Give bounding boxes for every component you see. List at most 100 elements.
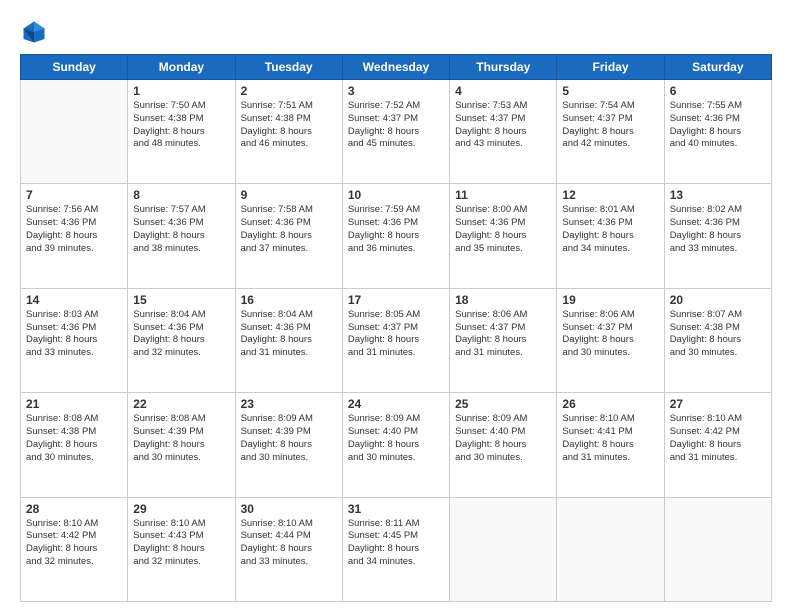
day-info: Sunrise: 8:10 AMSunset: 4:42 PMDaylight:… <box>26 518 122 569</box>
day-info: Sunrise: 8:09 AMSunset: 4:39 PMDaylight:… <box>241 413 337 464</box>
empty-cell <box>450 497 557 601</box>
day-cell-20: 20 Sunrise: 8:07 AMSunset: 4:38 PMDayligh… <box>664 288 771 392</box>
day-header-tuesday: Tuesday <box>235 55 342 80</box>
day-number: 6 <box>670 84 766 98</box>
day-number: 2 <box>241 84 337 98</box>
day-info: Sunrise: 8:03 AMSunset: 4:36 PMDaylight:… <box>26 309 122 360</box>
day-header-friday: Friday <box>557 55 664 80</box>
day-info: Sunrise: 8:09 AMSunset: 4:40 PMDaylight:… <box>348 413 444 464</box>
page: SundayMondayTuesdayWednesdayThursdayFrid… <box>0 0 792 612</box>
day-number: 17 <box>348 293 444 307</box>
day-header-thursday: Thursday <box>450 55 557 80</box>
day-number: 29 <box>133 502 229 516</box>
day-cell-21: 21Sunrise: 8:08 AMSunset: 4:38 PMDayligh… <box>21 393 128 497</box>
day-number: 7 <box>26 188 122 202</box>
day-number: 3 <box>348 84 444 98</box>
day-number: 26 <box>562 397 658 411</box>
day-cell-22: 22 Sunrise: 8:08 AMSunset: 4:39 PMDayligh… <box>128 393 235 497</box>
day-info: Sunrise: 8:00 AMSunset: 4:36 PMDaylight:… <box>455 204 551 255</box>
day-cell-25: 25Sunrise: 8:09 AMSunset: 4:40 PMDayligh… <box>450 393 557 497</box>
day-number: 8 <box>133 188 229 202</box>
empty-cell <box>557 497 664 601</box>
day-header-saturday: Saturday <box>664 55 771 80</box>
day-info: Sunrise: 8:04 AMSunset: 4:36 PMDaylight:… <box>241 309 337 360</box>
day-number: 4 <box>455 84 551 98</box>
day-info: Sunrise: 8:10 AMSunset: 4:43 PMDaylight:… <box>133 518 229 569</box>
day-number: 11 <box>455 188 551 202</box>
day-cell-6: 6 Sunrise: 7:55 AMSunset: 4:36 PMDaylight… <box>664 80 771 184</box>
day-number: 31 <box>348 502 444 516</box>
day-info: Sunrise: 7:53 AMSunset: 4:37 PMDaylight:… <box>455 100 551 151</box>
day-header-sunday: Sunday <box>21 55 128 80</box>
day-cell-14: 14Sunrise: 8:03 AMSunset: 4:36 PMDayligh… <box>21 288 128 392</box>
day-info: Sunrise: 8:08 AMSunset: 4:38 PMDaylight:… <box>26 413 122 464</box>
day-info: Sunrise: 8:06 AMSunset: 4:37 PMDaylight:… <box>562 309 658 360</box>
day-number: 12 <box>562 188 658 202</box>
day-info: Sunrise: 8:10 AMSunset: 4:42 PMDaylight:… <box>670 413 766 464</box>
day-cell-7: 7 Sunrise: 7:56 AMSunset: 4:36 PMDaylight… <box>21 184 128 288</box>
day-number: 23 <box>241 397 337 411</box>
day-number: 18 <box>455 293 551 307</box>
day-cell-5: 5 Sunrise: 7:54 AMSunset: 4:37 PMDaylight… <box>557 80 664 184</box>
day-info: Sunrise: 7:58 AMSunset: 4:36 PMDaylight:… <box>241 204 337 255</box>
day-cell-24: 24 Sunrise: 8:09 AMSunset: 4:40 PMDayligh… <box>342 393 449 497</box>
day-cell-13: 13Sunrise: 8:02 AMSunset: 4:36 PMDayligh… <box>664 184 771 288</box>
day-info: Sunrise: 8:06 AMSunset: 4:37 PMDaylight:… <box>455 309 551 360</box>
day-cell-31: 31 Sunrise: 8:11 AMSunset: 4:45 PMDayligh… <box>342 497 449 601</box>
day-info: Sunrise: 8:05 AMSunset: 4:37 PMDaylight:… <box>348 309 444 360</box>
day-cell-29: 29 Sunrise: 8:10 AMSunset: 4:43 PMDayligh… <box>128 497 235 601</box>
day-cell-3: 3 Sunrise: 7:52 AMSunset: 4:37 PMDaylight… <box>342 80 449 184</box>
day-cell-17: 17 Sunrise: 8:05 AMSunset: 4:37 PMDayligh… <box>342 288 449 392</box>
day-number: 27 <box>670 397 766 411</box>
day-header-wednesday: Wednesday <box>342 55 449 80</box>
day-cell-28: 28 Sunrise: 8:10 AMSunset: 4:42 PMDayligh… <box>21 497 128 601</box>
day-info: Sunrise: 7:50 AMSunset: 4:38 PMDaylight:… <box>133 100 229 151</box>
day-number: 10 <box>348 188 444 202</box>
day-cell-30: 30Sunrise: 8:10 AMSunset: 4:44 PMDayligh… <box>235 497 342 601</box>
day-info: Sunrise: 7:56 AMSunset: 4:36 PMDaylight:… <box>26 204 122 255</box>
day-cell-4: 4 Sunrise: 7:53 AMSunset: 4:37 PMDaylight… <box>450 80 557 184</box>
day-info: Sunrise: 8:11 AMSunset: 4:45 PMDaylight:… <box>348 518 444 569</box>
day-number: 25 <box>455 397 551 411</box>
day-number: 16 <box>241 293 337 307</box>
day-cell-11: 11 Sunrise: 8:00 AMSunset: 4:36 PMDayligh… <box>450 184 557 288</box>
day-info: Sunrise: 8:07 AMSunset: 4:38 PMDaylight:… <box>670 309 766 360</box>
day-cell-23: 23 Sunrise: 8:09 AMSunset: 4:39 PMDayligh… <box>235 393 342 497</box>
week-row-4: 21Sunrise: 8:08 AMSunset: 4:38 PMDayligh… <box>21 393 772 497</box>
day-number: 20 <box>670 293 766 307</box>
day-info: Sunrise: 8:01 AMSunset: 4:36 PMDaylight:… <box>562 204 658 255</box>
day-cell-16: 16 Sunrise: 8:04 AMSunset: 4:36 PMDayligh… <box>235 288 342 392</box>
week-row-1: 1 Sunrise: 7:50 AMSunset: 4:38 PMDaylight… <box>21 80 772 184</box>
day-cell-2: 2Sunrise: 7:51 AMSunset: 4:38 PMDaylight… <box>235 80 342 184</box>
day-cell-1: 1 Sunrise: 7:50 AMSunset: 4:38 PMDaylight… <box>128 80 235 184</box>
day-info: Sunrise: 7:59 AMSunset: 4:36 PMDaylight:… <box>348 204 444 255</box>
day-header-monday: Monday <box>128 55 235 80</box>
calendar-table: SundayMondayTuesdayWednesdayThursdayFrid… <box>20 54 772 602</box>
day-info: Sunrise: 7:54 AMSunset: 4:37 PMDaylight:… <box>562 100 658 151</box>
day-info: Sunrise: 8:10 AMSunset: 4:44 PMDaylight:… <box>241 518 337 569</box>
header <box>20 18 772 46</box>
week-row-5: 28 Sunrise: 8:10 AMSunset: 4:42 PMDayligh… <box>21 497 772 601</box>
day-cell-19: 19 Sunrise: 8:06 AMSunset: 4:37 PMDayligh… <box>557 288 664 392</box>
calendar-header-row: SundayMondayTuesdayWednesdayThursdayFrid… <box>21 55 772 80</box>
day-number: 9 <box>241 188 337 202</box>
empty-cell <box>21 80 128 184</box>
day-cell-10: 10 Sunrise: 7:59 AMSunset: 4:36 PMDayligh… <box>342 184 449 288</box>
day-number: 22 <box>133 397 229 411</box>
day-info: Sunrise: 7:55 AMSunset: 4:36 PMDaylight:… <box>670 100 766 151</box>
day-info: Sunrise: 7:52 AMSunset: 4:37 PMDaylight:… <box>348 100 444 151</box>
day-cell-8: 8Sunrise: 7:57 AMSunset: 4:36 PMDaylight… <box>128 184 235 288</box>
day-number: 28 <box>26 502 122 516</box>
day-info: Sunrise: 8:02 AMSunset: 4:36 PMDaylight:… <box>670 204 766 255</box>
day-cell-18: 18 Sunrise: 8:06 AMSunset: 4:37 PMDayligh… <box>450 288 557 392</box>
day-info: Sunrise: 8:08 AMSunset: 4:39 PMDaylight:… <box>133 413 229 464</box>
day-number: 19 <box>562 293 658 307</box>
day-number: 1 <box>133 84 229 98</box>
day-number: 5 <box>562 84 658 98</box>
day-number: 24 <box>348 397 444 411</box>
week-row-2: 7 Sunrise: 7:56 AMSunset: 4:36 PMDaylight… <box>21 184 772 288</box>
logo-icon <box>20 18 48 46</box>
day-cell-15: 15Sunrise: 8:04 AMSunset: 4:36 PMDayligh… <box>128 288 235 392</box>
logo <box>20 18 52 46</box>
day-cell-27: 27 Sunrise: 8:10 AMSunset: 4:42 PMDayligh… <box>664 393 771 497</box>
